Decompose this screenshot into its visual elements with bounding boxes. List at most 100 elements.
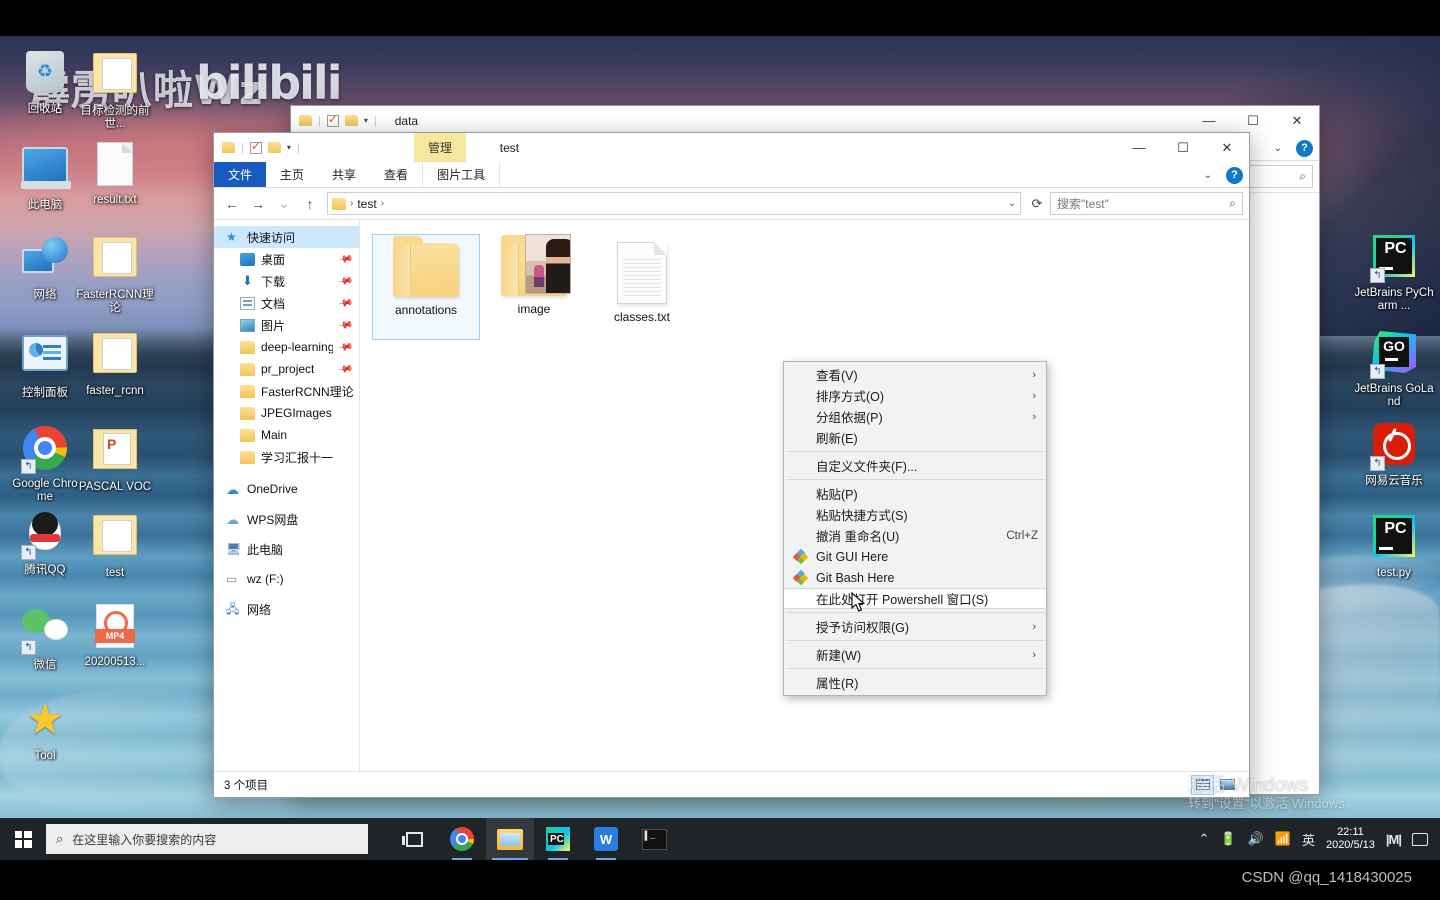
file-item-image[interactable]: image: [480, 234, 588, 340]
help-icon[interactable]: ?: [1226, 166, 1243, 184]
ime-indicator[interactable]: 英: [1302, 830, 1315, 849]
nav-item-onedrive[interactable]: ☁ OneDrive: [214, 478, 359, 500]
pin-icon[interactable]: 📌: [337, 273, 354, 289]
maximize-button[interactable]: ☐: [1161, 133, 1205, 162]
maximize-button[interactable]: ☐: [1231, 106, 1275, 135]
properties-icon[interactable]: [326, 112, 339, 127]
taskbar-explorer-button[interactable]: [486, 818, 534, 860]
taskbar[interactable]: ⌕ 在这里输入你要搜索的内容 PC W ▌_ ⌃ 🔋 🔊 📶 英 22:11 2…: [0, 818, 1440, 860]
desktop-icon-tool[interactable]: ★ Tool: [8, 696, 82, 763]
back-button[interactable]: ←: [220, 192, 244, 216]
pin-icon[interactable]: 📌: [337, 295, 354, 311]
menu-item-paste[interactable]: 粘贴(P): [784, 483, 1046, 504]
battery-icon[interactable]: 🔋: [1220, 831, 1236, 847]
background-ribbon-right[interactable]: ⌄ ?: [1268, 135, 1313, 161]
desktop-icon-pycharm[interactable]: PC ↰ JetBrains PyCharm ...: [1352, 232, 1436, 313]
desktop-icon-object-detection[interactable]: 目标检测的前世...: [78, 48, 152, 131]
desktop-icon-control-panel[interactable]: 控制面板: [8, 328, 82, 400]
close-button[interactable]: ✕: [1205, 133, 1249, 162]
file-item-annotations[interactable]: annotations: [372, 234, 480, 340]
show-hidden-icons-button[interactable]: ⌃: [1198, 831, 1209, 847]
explorer-window[interactable]: | ▾ | 管理 test — ☐ ✕ 文件 主页 共享 查看 图片工具 ⌄ ?…: [213, 132, 1250, 798]
minimize-button[interactable]: —: [1187, 106, 1231, 135]
recent-locations-button[interactable]: ⌄: [272, 192, 296, 216]
nav-quick-access[interactable]: ★ 快速访问: [214, 226, 359, 248]
desktop-icon-pascal-voc[interactable]: PASCAL VOC: [78, 424, 152, 494]
menu-item-customize-folder[interactable]: 自定义文件夹(F)...: [784, 455, 1046, 476]
pin-icon[interactable]: 📌: [337, 251, 354, 267]
quick-access-toolbar[interactable]: | ▾ |: [299, 112, 377, 127]
desktop-icon-wechat[interactable]: ↰ 微信: [8, 602, 82, 672]
contextual-tab-manage[interactable]: 管理: [414, 133, 467, 162]
desktop-icon-this-pc[interactable]: 此电脑: [8, 140, 82, 212]
context-menu[interactable]: 查看(V) › 排序方式(O) › 分组依据(P) › 刷新(E) 自定义文件夹…: [783, 361, 1047, 696]
mobile-center-icon[interactable]: |M|: [1386, 832, 1402, 847]
nav-item-pr-project[interactable]: pr_project 📌: [214, 358, 359, 380]
nav-item-pictures[interactable]: 图片 📌: [214, 314, 359, 336]
taskbar-wps-button[interactable]: W: [582, 818, 630, 860]
nav-item-documents[interactable]: 文档 📌: [214, 292, 359, 314]
chevron-down-icon[interactable]: ▾: [287, 143, 291, 152]
nav-item-desktop[interactable]: 桌面 📌: [214, 248, 359, 270]
ribbon-tab-view[interactable]: 查看: [370, 162, 422, 187]
pin-icon[interactable]: 📌: [337, 317, 354, 333]
nav-item-fasterrcnn[interactable]: FasterRCNN理论: [214, 380, 359, 402]
ribbon-tab-share[interactable]: 共享: [318, 162, 370, 187]
nav-item-jpegimages[interactable]: JPEGImages: [214, 402, 359, 424]
menu-item-git-gui-here[interactable]: Git GUI Here: [784, 546, 1046, 567]
pin-icon[interactable]: 📌: [337, 361, 354, 377]
properties-icon[interactable]: [249, 139, 262, 154]
desktop-icon-test-folder[interactable]: test: [78, 510, 152, 580]
close-button[interactable]: ✕: [1275, 106, 1319, 135]
pin-icon[interactable]: 📌: [337, 339, 354, 355]
chevron-down-icon[interactable]: ⌄: [1268, 143, 1288, 154]
menu-item-git-bash-here[interactable]: Git Bash Here: [784, 567, 1046, 588]
quick-access-toolbar[interactable]: | ▾ |: [222, 139, 300, 154]
desktop-icon-faster-rcnn[interactable]: faster_rcnn: [73, 328, 157, 398]
menu-item-undo-rename[interactable]: 撤消 重命名(U) Ctrl+Z: [784, 525, 1046, 546]
nav-item-network[interactable]: 🖧 网络: [214, 598, 359, 620]
nav-item-this-pc[interactable]: 🖥 此电脑: [214, 538, 359, 560]
navigation-pane[interactable]: ★ 快速访问 桌面 📌 ⬇ 下载 📌 文档 📌 图片 📌 deep-learni…: [214, 220, 360, 771]
search-input[interactable]: 搜索"test" ⌕: [1050, 192, 1243, 215]
desktop-icon-qq[interactable]: ↰ 腾讯QQ: [8, 510, 82, 577]
ribbon-tab-file[interactable]: 文件: [214, 162, 267, 187]
menu-item-refresh[interactable]: 刷新(E): [784, 427, 1046, 448]
desktop-icon-test-py[interactable]: PC test.py: [1352, 512, 1436, 580]
breadcrumb-item-test[interactable]: test: [357, 197, 376, 211]
forward-button[interactable]: →: [246, 192, 270, 216]
taskbar-chrome-button[interactable]: [438, 818, 486, 860]
desktop-icon-mp4-file[interactable]: MP4 20200513...: [78, 602, 152, 669]
desktop-icon-result-txt[interactable]: result.txt: [78, 140, 152, 207]
chevron-down-icon[interactable]: ▾: [364, 116, 368, 125]
menu-item-open-powershell-here[interactable]: 在此处打开 Powershell 窗口(S): [784, 588, 1046, 609]
ribbon-tabs[interactable]: 文件 主页 共享 查看 图片工具 ⌄ ?: [214, 162, 1249, 188]
new-folder-icon[interactable]: [344, 115, 358, 126]
minimize-button[interactable]: —: [1117, 133, 1161, 162]
menu-item-group-by[interactable]: 分组依据(P) ›: [784, 406, 1046, 427]
taskbar-terminal-button[interactable]: ▌_: [630, 818, 678, 860]
taskbar-search-input[interactable]: ⌕ 在这里输入你要搜索的内容: [46, 824, 368, 854]
explorer-titlebar[interactable]: | ▾ | 管理 test — ☐ ✕: [214, 133, 1249, 162]
menu-item-sort-by[interactable]: 排序方式(O) ›: [784, 385, 1046, 406]
clock[interactable]: 22:11 2020/5/13: [1326, 826, 1375, 852]
desktop-icon-chrome[interactable]: ↰ Google Chrome: [8, 424, 82, 504]
new-folder-icon[interactable]: [267, 142, 281, 153]
background-window-controls[interactable]: — ☐ ✕: [1187, 106, 1319, 135]
system-tray[interactable]: ⌃ 🔋 🔊 📶 英 22:11 2020/5/13 |M|: [1198, 826, 1440, 852]
start-button[interactable]: [0, 818, 46, 860]
action-center-icon[interactable]: [1412, 832, 1428, 846]
menu-item-view[interactable]: 查看(V) ›: [784, 364, 1046, 385]
address-bar[interactable]: › test › ⌄: [327, 192, 1021, 215]
nav-item-wps-cloud[interactable]: ☁ WPS网盘: [214, 508, 359, 530]
taskbar-pycharm-button[interactable]: PC: [534, 818, 582, 860]
menu-item-properties[interactable]: 属性(R): [784, 672, 1046, 693]
window-controls[interactable]: — ☐ ✕: [1117, 133, 1249, 162]
help-icon[interactable]: ?: [1296, 139, 1313, 157]
desktop-icon-goland[interactable]: GO ↰ JetBrains GoLand: [1352, 328, 1436, 409]
up-button[interactable]: ↑: [298, 192, 322, 216]
file-item-classes-txt[interactable]: classes.txt: [588, 234, 696, 340]
nav-item-study-report[interactable]: 学习汇报十一: [214, 446, 359, 468]
navigation-bar[interactable]: ← → ⌄ ↑ › test › ⌄ ⟳ 搜索"test" ⌕: [214, 188, 1249, 220]
background-window-titlebar[interactable]: | ▾ | data — ☐ ✕: [291, 106, 1319, 135]
